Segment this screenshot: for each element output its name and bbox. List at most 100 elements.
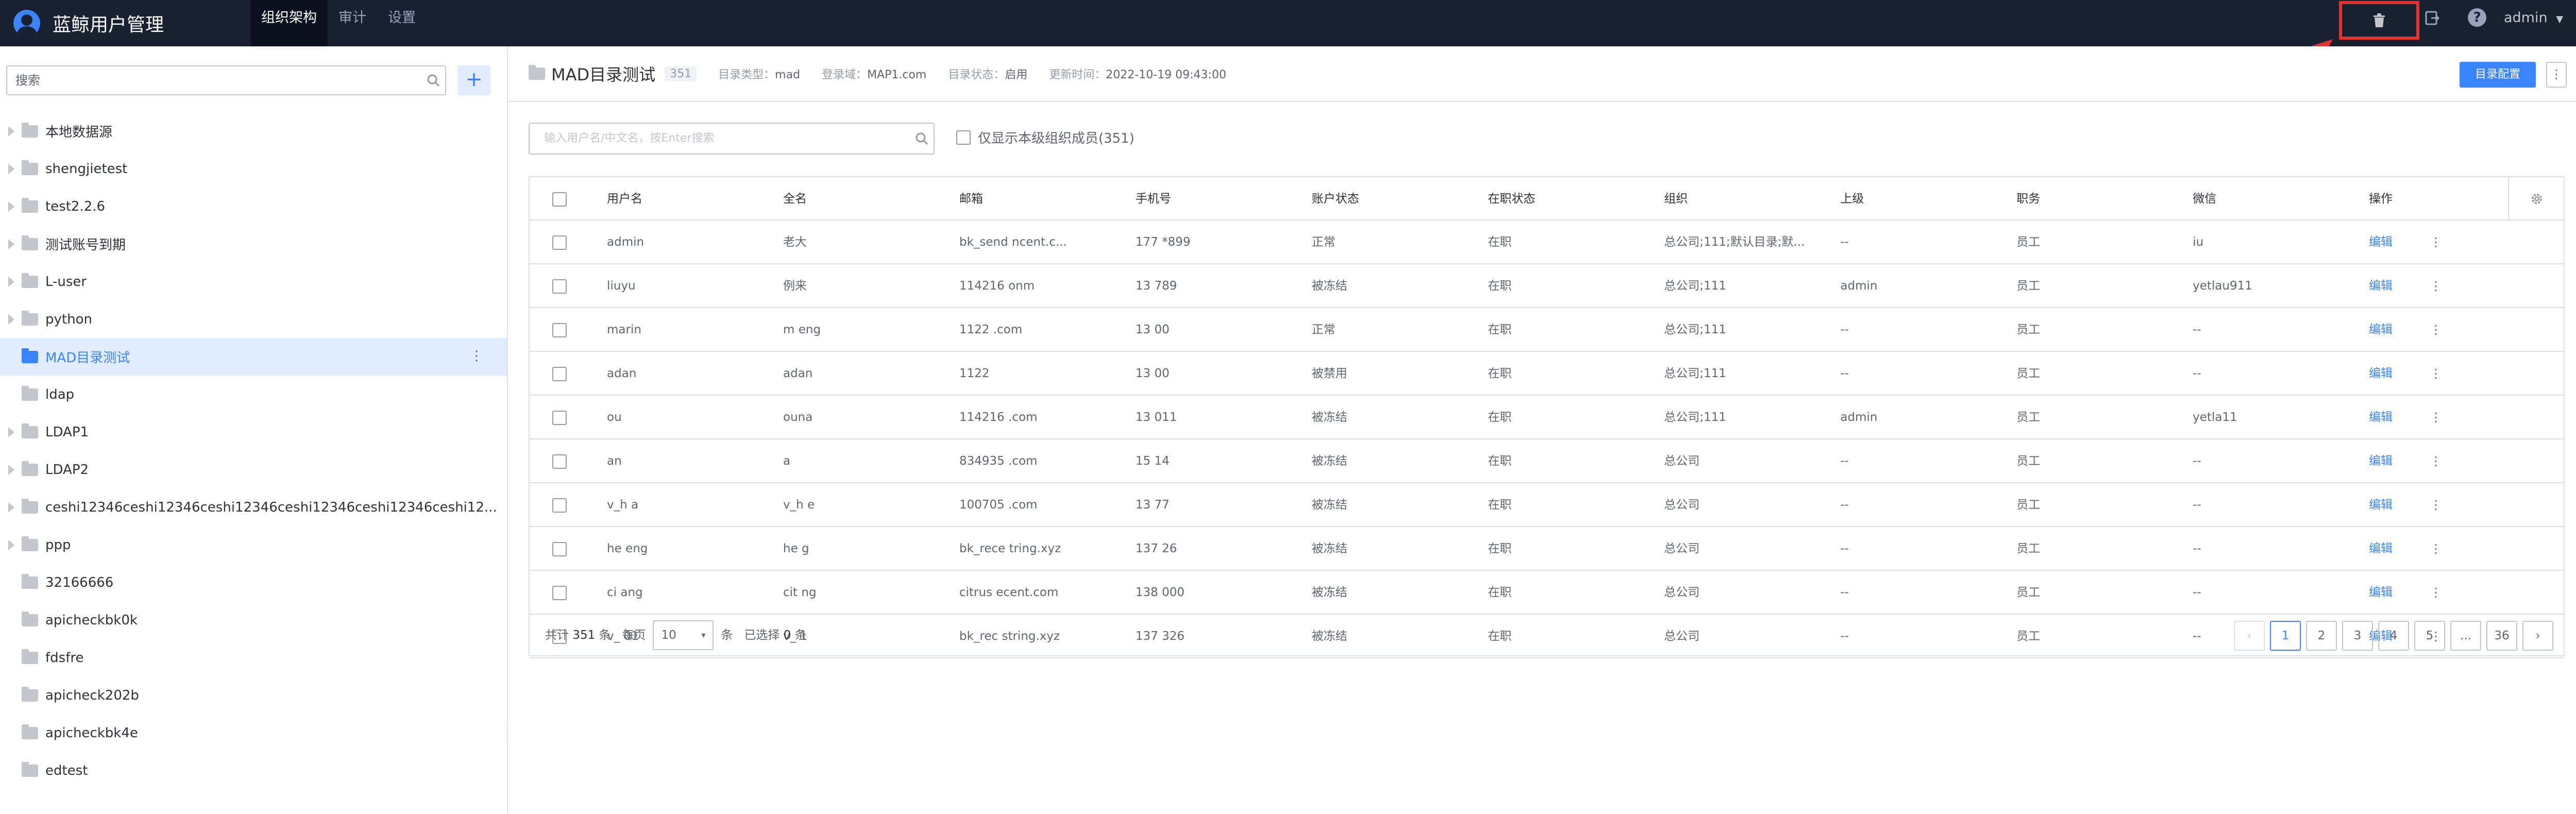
cell-phone: 13 00 <box>1136 367 1170 380</box>
page-button[interactable]: 4 <box>2378 621 2409 651</box>
edit-link[interactable]: 编辑 <box>2369 264 2393 308</box>
sidebar-search-input[interactable]: 搜索 <box>6 65 446 95</box>
edit-link[interactable]: 编辑 <box>2369 571 2393 614</box>
recycle-bin-button[interactable] <box>2339 1 2419 40</box>
row-checkbox[interactable] <box>552 527 567 570</box>
tree-item[interactable]: ppp <box>0 526 507 564</box>
caret-right-icon[interactable] <box>8 201 14 212</box>
app-logo[interactable]: 蓝鲸用户管理 <box>13 10 250 37</box>
table-row[interactable]: marin m eng 1122 .com 13 00 正常 在职 总公司;111 -- 员工 -… <box>530 308 2564 352</box>
tree-item[interactable]: apicheck202b <box>0 676 507 714</box>
nav-settings[interactable]: 设置 <box>377 0 427 46</box>
tree-item[interactable]: LDAP2 <box>0 451 507 488</box>
tree-item[interactable]: 本地数据源 <box>0 112 507 150</box>
row-checkbox[interactable] <box>552 308 567 351</box>
edit-link[interactable]: 编辑 <box>2369 352 2393 395</box>
next-page-button[interactable]: › <box>2522 621 2553 651</box>
caret-right-icon[interactable] <box>8 464 14 475</box>
caret-right-icon[interactable] <box>8 502 14 513</box>
edit-link[interactable]: 编辑 <box>2369 439 2393 483</box>
directory-config-button[interactable]: 目录配置 <box>2460 62 2536 88</box>
row-checkbox[interactable] <box>552 439 567 483</box>
tree-item[interactable]: ceshi12346ceshi12346ceshi12346ceshi12346… <box>0 488 507 526</box>
row-more-icon[interactable]: ⋮ <box>2430 527 2442 570</box>
caret-right-icon[interactable] <box>8 427 14 437</box>
tree-item[interactable]: L-user <box>0 263 507 300</box>
table-header: 用户名 全名 邮箱 手机号 账户状态 在职状态 组织 上级 职务 微信 操作 <box>530 177 2564 221</box>
row-checkbox[interactable] <box>552 264 567 308</box>
caret-right-icon[interactable] <box>8 239 14 249</box>
help-icon[interactable]: ? <box>2468 8 2486 27</box>
logout-icon[interactable] <box>2425 10 2440 26</box>
tree-item[interactable]: python <box>0 300 507 338</box>
trash-icon <box>2374 13 2385 27</box>
tree-item[interactable]: apicheckbk4e <box>0 714 507 752</box>
caret-right-icon[interactable] <box>8 539 14 550</box>
tree-item[interactable]: 32166666 <box>0 564 507 601</box>
row-more-icon[interactable]: ⋮ <box>2430 352 2442 395</box>
more-icon[interactable]: ⋮ <box>470 348 483 364</box>
select-all-checkbox[interactable] <box>552 177 567 221</box>
caret-right-icon[interactable] <box>8 126 14 137</box>
cell-title: 员工 <box>2016 323 2040 336</box>
edit-link[interactable]: 编辑 <box>2369 308 2393 351</box>
tree-item[interactable]: ldap <box>0 376 507 413</box>
table-row[interactable]: he eng he g bk_rece tring.xyz 137 26 被冻结 在职 总公… <box>530 527 2564 571</box>
tree-item[interactable]: LDAP1 <box>0 413 507 451</box>
row-checkbox[interactable] <box>552 221 567 264</box>
page-button[interactable]: 5 <box>2414 621 2445 651</box>
row-checkbox[interactable] <box>552 352 567 395</box>
nav-org-structure[interactable]: 组织架构 <box>250 0 328 46</box>
table-row[interactable]: admin 老大 bk_send ncent.c... 177 *899 正常 在职 总公司… <box>530 221 2564 264</box>
row-checkbox[interactable] <box>552 396 567 439</box>
tree-item[interactable]: 测试账号到期 <box>0 225 507 263</box>
page-button[interactable]: 2 <box>2306 621 2337 651</box>
edit-link[interactable]: 编辑 <box>2369 483 2393 527</box>
tree-item[interactable]: edtest <box>0 752 507 789</box>
only-this-level-toggle[interactable]: 仅显示本级组织成员(351) <box>956 128 1134 147</box>
only-this-level-checkbox[interactable] <box>956 130 971 145</box>
edit-link[interactable]: 编辑 <box>2369 396 2393 439</box>
table-row[interactable]: an a 834935 .com 15 14 被冻结 在职 总公司 -- 员工 -- 编辑 ⋮ <box>530 439 2564 483</box>
tree-item[interactable]: shengjietest <box>0 150 507 188</box>
row-checkbox[interactable] <box>552 483 567 527</box>
edit-link[interactable]: 编辑 <box>2369 527 2393 570</box>
nav-audit[interactable]: 审计 <box>328 0 377 46</box>
page-button[interactable]: 3 <box>2342 621 2373 651</box>
table-settings-button[interactable] <box>2508 177 2565 221</box>
table-row[interactable]: v_h a v_h e 100705 .com 13 77 被冻结 在职 总公司 -- 员工 --… <box>530 483 2564 527</box>
row-checkbox[interactable] <box>552 571 567 614</box>
cell-org: 总公司 <box>1664 586 1700 599</box>
caret-right-icon[interactable] <box>8 314 14 325</box>
prev-page-button[interactable]: ‹ <box>2234 621 2265 651</box>
table-row[interactable]: ci ang cit ng citrus ecent.com 138 000 被冻结 在职… <box>530 571 2564 615</box>
page-button[interactable]: 1 <box>2270 621 2301 651</box>
cell-username: liuyu <box>607 279 636 293</box>
row-more-icon[interactable]: ⋮ <box>2430 308 2442 351</box>
page-ellipsis[interactable]: ... <box>2450 621 2481 651</box>
row-more-icon[interactable]: ⋮ <box>2430 264 2442 308</box>
row-more-icon[interactable]: ⋮ <box>2430 439 2442 483</box>
user-search-input[interactable]: 输入用户名/中文名，按Enter搜索 <box>529 123 935 155</box>
table-row[interactable]: ou ouna 114216 .com 13 011 被冻结 在职 总公司;111 admin… <box>530 396 2564 439</box>
row-more-icon[interactable]: ⋮ <box>2430 221 2442 264</box>
add-directory-button[interactable]: + <box>457 65 490 95</box>
table-row[interactable]: liuyu 例来 114216 onm 13 789 被冻结 在职 总公司;111 admin… <box>530 264 2564 308</box>
more-actions-button[interactable]: ⋮ <box>2546 62 2567 88</box>
edit-link[interactable]: 编辑 <box>2369 221 2393 264</box>
tree-item[interactable]: test2.2.6 <box>0 188 507 225</box>
row-more-icon[interactable]: ⋮ <box>2430 571 2442 614</box>
col-fullname: 全名 <box>783 192 807 206</box>
page-size-select[interactable]: 10 ▾ <box>653 620 714 650</box>
tree-item[interactable]: apicheckbk0k <box>0 601 507 639</box>
cell-fullname: he g <box>783 542 809 555</box>
caret-right-icon[interactable] <box>8 163 14 174</box>
tree-item-selected[interactable]: MAD目录测试 ⋮ <box>0 338 507 376</box>
table-row[interactable]: adan adan 1122 13 00 被禁用 在职 总公司;111 -- 员工 -- 编辑 ⋮ <box>530 352 2564 396</box>
tree-item[interactable]: fdsfre <box>0 639 507 676</box>
row-more-icon[interactable]: ⋮ <box>2430 483 2442 527</box>
page-button[interactable]: 36 <box>2486 621 2517 651</box>
row-more-icon[interactable]: ⋮ <box>2430 396 2442 439</box>
user-menu[interactable]: admin ▼ <box>2504 0 2563 36</box>
caret-right-icon[interactable] <box>8 276 14 287</box>
